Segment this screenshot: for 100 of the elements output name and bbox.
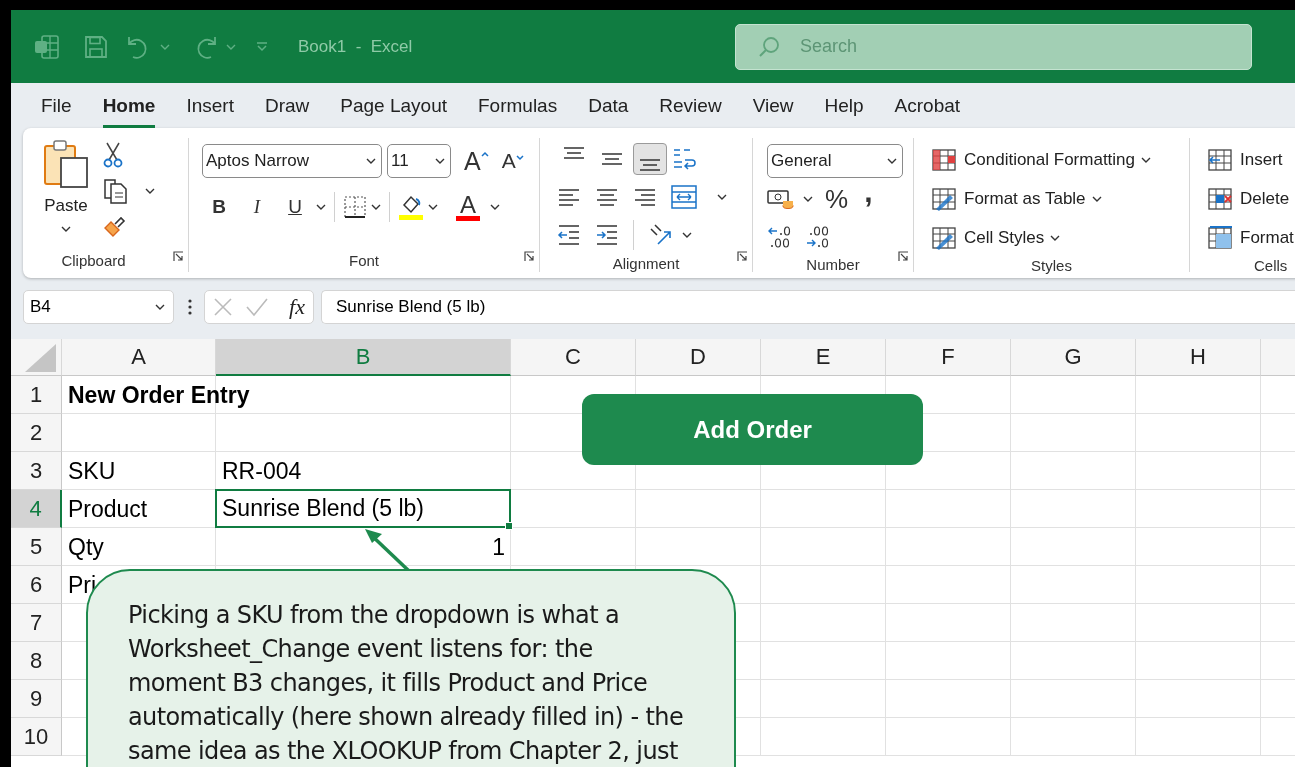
wrap-text-icon[interactable]	[671, 146, 697, 172]
percent-style-button[interactable]: %	[821, 183, 853, 215]
ribbon-tab[interactable]: Page Layout	[340, 83, 447, 128]
merge-cells-icon[interactable]	[671, 185, 697, 209]
cell-styles-icon	[932, 225, 958, 250]
insert-cells-button[interactable]: Insert	[1208, 140, 1295, 179]
decrease-decimal-icon[interactable]	[805, 224, 831, 250]
decrease-indent-icon[interactable]	[557, 224, 581, 246]
format-cells-icon	[1208, 225, 1234, 250]
decrease-font-size-button[interactable]: A	[497, 149, 528, 173]
delete-cells-button[interactable]: Delete	[1208, 179, 1295, 218]
caret-icon[interactable]	[1091, 195, 1102, 202]
ribbon-tab[interactable]: Data	[588, 83, 629, 128]
chevron-icon[interactable]	[887, 158, 897, 164]
row-header[interactable]: 4	[11, 490, 62, 528]
ribbon-tab[interactable]: Formulas	[478, 83, 558, 128]
color-bar-icon	[456, 215, 480, 221]
format-as-table-button[interactable]: Format as Table	[932, 179, 1189, 218]
caret-icon[interactable]	[61, 226, 71, 232]
row-header[interactable]: 5	[11, 528, 62, 566]
caret-icon[interactable]	[717, 194, 727, 200]
row-header[interactable]: 9	[11, 680, 62, 718]
ribbon-tab[interactable]: Draw	[264, 83, 310, 128]
row-header[interactable]: 10	[11, 718, 62, 756]
row-header[interactable]: 6	[11, 566, 62, 604]
table-cell[interactable]: 1	[492, 533, 505, 561]
bottom-align-button[interactable]	[633, 143, 667, 175]
increase-indent-icon[interactable]	[595, 224, 619, 246]
table-cell[interactable]: SKU	[68, 457, 116, 485]
column-header[interactable]: C	[511, 339, 636, 376]
table-cell[interactable]: RR-004	[222, 457, 302, 485]
chevron-icon[interactable]	[155, 304, 165, 310]
more-options-icon[interactable]	[188, 299, 192, 315]
ribbon-tab[interactable]: Review	[659, 83, 722, 128]
add-order-button[interactable]: Add Order	[582, 394, 923, 465]
format-cells-button[interactable]: Format	[1208, 218, 1295, 257]
table-cell[interactable]: Sunrise Blend (5 lb)	[215, 489, 511, 528]
search-field[interactable]: Search	[798, 35, 1102, 58]
column-header[interactable]: A	[62, 339, 216, 376]
row-header[interactable]: 1	[11, 376, 62, 414]
cell-styles-button[interactable]: Cell Styles	[932, 218, 1189, 257]
ribbon-tab[interactable]: Acrobat	[894, 83, 961, 128]
copy-icon[interactable]	[103, 178, 129, 204]
chevron-icon[interactable]	[435, 158, 445, 164]
column-header[interactable]: H	[1136, 339, 1261, 376]
table-cell[interactable]: New Order Entry	[68, 381, 250, 409]
font-size-dropdown[interactable]: 11	[387, 144, 451, 178]
caret-icon[interactable]	[1141, 156, 1152, 163]
row-header[interactable]: 3	[11, 452, 62, 490]
font-color-button[interactable]: A	[442, 193, 486, 221]
row-header[interactable]: 2	[11, 414, 62, 452]
text-orientation-icon[interactable]	[648, 223, 674, 247]
caret-icon[interactable]	[682, 232, 692, 238]
table-cell[interactable]: Product	[68, 495, 148, 523]
ribbon-tab[interactable]: View	[752, 83, 794, 128]
increase-decimal-icon[interactable]	[767, 224, 793, 250]
caret-icon[interactable]	[371, 204, 381, 210]
search-bar[interactable]: Search	[735, 23, 1252, 70]
dialog-launcher-icon[interactable]	[898, 251, 909, 262]
caret-icon[interactable]	[490, 204, 500, 210]
font-name-dropdown[interactable]: Aptos Narrow	[202, 144, 382, 178]
fill-color-icon[interactable]	[398, 193, 424, 221]
caret-icon[interactable]	[145, 188, 155, 194]
borders-icon[interactable]	[343, 195, 367, 219]
insert-function-button[interactable]: fx	[289, 294, 305, 320]
number-format-dropdown[interactable]: General	[767, 144, 903, 178]
chevron-icon[interactable]	[366, 158, 376, 164]
caret-icon[interactable]	[428, 204, 438, 210]
name-box[interactable]: B4	[23, 290, 174, 324]
increase-font-size-button[interactable]: A	[456, 146, 493, 176]
dialog-launcher-icon[interactable]	[173, 251, 184, 262]
underline-button[interactable]: U	[278, 196, 312, 218]
paste-button[interactable]: Paste	[38, 196, 94, 216]
accounting-format-icon[interactable]	[767, 187, 795, 211]
ribbon-tab[interactable]: Insert	[186, 83, 234, 128]
column-header[interactable]: B	[216, 339, 511, 376]
window-title: Book1 - Excel	[298, 36, 413, 57]
conditional-formatting-button[interactable]: Conditional Formatting	[932, 140, 1189, 179]
caret-icon[interactable]	[803, 196, 813, 202]
bold-button[interactable]: B	[202, 196, 236, 218]
column-header[interactable]: D	[636, 339, 761, 376]
dialog-launcher-icon[interactable]	[737, 251, 748, 262]
ribbon-tab[interactable]: Help	[824, 83, 864, 128]
ribbon-tab[interactable]: File	[41, 83, 72, 128]
paste-icon[interactable]	[43, 140, 89, 188]
table-cell[interactable]: Qty	[68, 533, 104, 561]
fill-handle[interactable]	[505, 522, 513, 530]
comma-style-button[interactable]: ,	[860, 184, 877, 214]
callout-text: Picking a SKU from the dropdown is what a Worksheet_Change event listens for: the moment B3 changes, it fills Product and Price automatically (here shown already filled in) - the same idea as the XLOOKUP from Chapter 2, just	[128, 600, 685, 767]
caret-icon[interactable]	[316, 204, 326, 210]
formula-input[interactable]: Sunrise Blend (5 lb)	[321, 290, 1295, 324]
column-header[interactable]: G	[1011, 339, 1136, 376]
row-header[interactable]: 7	[11, 604, 62, 642]
column-header[interactable]: F	[886, 339, 1011, 376]
cut-icon[interactable]	[103, 142, 123, 168]
italic-button[interactable]: I	[240, 196, 274, 218]
dialog-launcher-icon[interactable]	[524, 251, 535, 262]
row-header[interactable]: 8	[11, 642, 62, 680]
caret-icon[interactable]	[1050, 234, 1061, 241]
column-header[interactable]: E	[761, 339, 886, 376]
